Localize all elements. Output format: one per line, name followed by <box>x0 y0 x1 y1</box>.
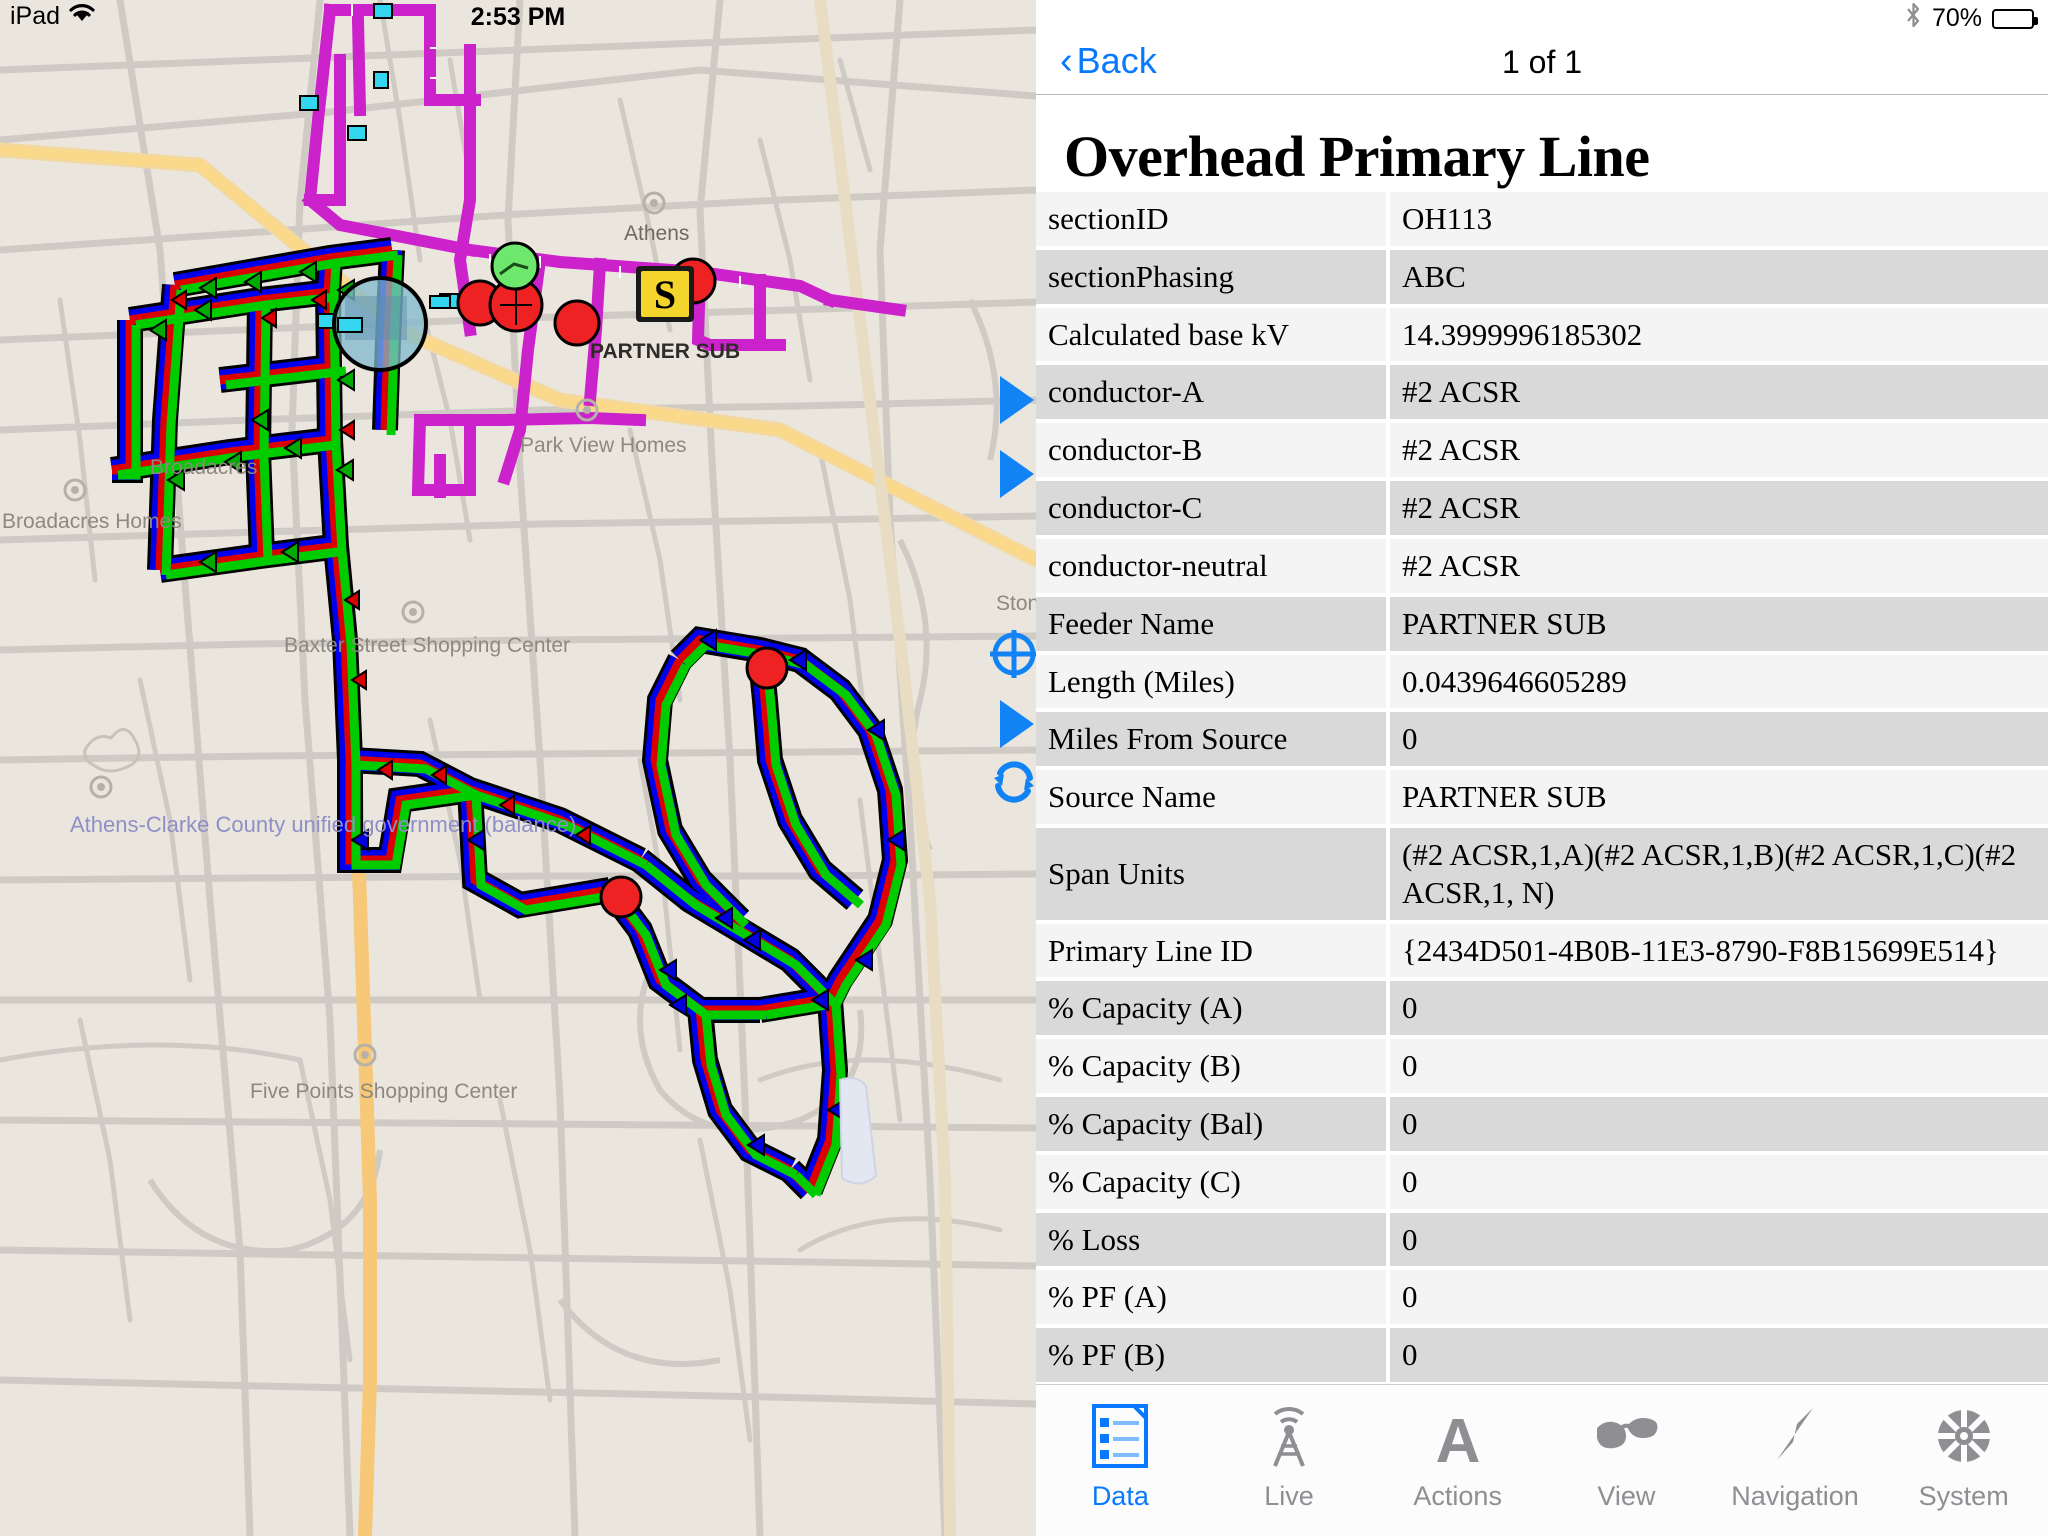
attribute-value: PARTNER SUB <box>1388 768 2048 826</box>
svg-text:S: S <box>654 272 676 317</box>
attribute-key: conductor-A <box>1036 363 1390 422</box>
attribute-key: Length (Miles) <box>1036 652 1390 711</box>
attribute-table-scroll[interactable]: sectionID OH113 sectionPhasing ABC Calculate… <box>1036 192 2048 1384</box>
table-row[interactable]: Length (Miles) 0.0439646605289 <box>1036 652 2048 711</box>
tab-navigation-label: Navigation <box>1731 1481 1859 1511</box>
svg-text:A: A <box>1435 1407 1480 1470</box>
tab-view[interactable]: View <box>1542 1397 1711 1536</box>
attribute-value: PARTNER SUB <box>1388 594 2048 653</box>
attribute-value: 0 <box>1388 1037 2048 1095</box>
attribute-key: sectionID <box>1036 192 1390 248</box>
detail-panel: ‹ Back 1 of 1 Overhead Primary Line sect… <box>1036 0 2048 1536</box>
table-row[interactable]: conductor-C #2 ACSR <box>1036 479 2048 537</box>
table-row[interactable]: Calculated base kV 14.3999996185302 <box>1036 305 2048 364</box>
letter-a-icon: A <box>1426 1397 1490 1475</box>
attribute-value: (#2 ACSR,1,A)(#2 ACSR,1,B)(#2 ACSR,1,C)(… <box>1388 825 2048 922</box>
attribute-key: Calculated base kV <box>1036 305 1390 364</box>
tab-view-label: View <box>1597 1481 1656 1511</box>
tab-system[interactable]: System <box>1879 1397 2048 1536</box>
attribute-value: #2 ACSR <box>1388 536 2048 595</box>
attribute-key: % PF (B) <box>1036 1326 1390 1384</box>
attribute-value: 14.3999996185302 <box>1388 305 2048 364</box>
table-row[interactable]: % Capacity (A) 0 <box>1036 979 2048 1038</box>
app-root: S Athens PARTNER SUB Park View Homes Broada… <box>0 0 2048 1536</box>
tab-live[interactable]: Live <box>1205 1397 1374 1536</box>
tab-data[interactable]: Data <box>1036 1397 1205 1536</box>
table-row[interactable]: conductor-B #2 ACSR <box>1036 421 2048 480</box>
data-list-icon <box>1088 1397 1152 1475</box>
add-target-icon[interactable] <box>988 628 1036 685</box>
attribute-key: conductor-neutral <box>1036 536 1390 595</box>
table-row[interactable]: sectionPhasing ABC <box>1036 247 2048 306</box>
antenna-icon <box>1257 1397 1321 1475</box>
gis-map[interactable]: S Athens PARTNER SUB Park View Homes Broada… <box>0 0 1036 1536</box>
attribute-value: #2 ACSR <box>1388 363 2048 422</box>
attribute-key: % Capacity (C) <box>1036 1152 1390 1211</box>
tab-system-label: System <box>1918 1481 2009 1511</box>
table-row[interactable]: % Capacity (C) 0 <box>1036 1152 2048 1211</box>
attribute-key: Primary Line ID <box>1036 921 1390 980</box>
attribute-key: % Loss <box>1036 1210 1390 1269</box>
attribute-value: {2434D501-4B0B-11E3-8790-F8B15699E514} <box>1388 921 2048 980</box>
attribute-value: 0 <box>1388 1326 2048 1384</box>
table-row[interactable]: conductor-neutral #2 ACSR <box>1036 536 2048 595</box>
pan-right-arrow-3[interactable] <box>1000 700 1034 748</box>
glasses-icon <box>1591 1397 1661 1475</box>
table-row[interactable]: % PF (B) 0 <box>1036 1326 2048 1384</box>
table-row[interactable]: Feeder Name PARTNER SUB <box>1036 594 2048 653</box>
attribute-key: conductor-C <box>1036 479 1390 537</box>
page-counter: 1 of 1 <box>1501 44 1583 80</box>
table-row[interactable]: Span Units (#2 ACSR,1,A)(#2 ACSR,1,B)(#2 … <box>1036 825 2048 922</box>
attribute-value: 0 <box>1388 1095 2048 1153</box>
table-row[interactable]: sectionID OH113 <box>1036 192 2048 248</box>
attribute-key: % PF (A) <box>1036 1268 1390 1327</box>
tab-bar: Data Live A Actions View Navigation Syst… <box>1036 1384 2048 1536</box>
pan-right-arrow-1[interactable] <box>1000 376 1034 424</box>
tab-navigation[interactable]: Navigation <box>1711 1397 1880 1536</box>
attribute-value: ABC <box>1388 247 2048 306</box>
table-row[interactable]: % Capacity (B) 0 <box>1036 1037 2048 1095</box>
attribute-key: Span Units <box>1036 825 1390 922</box>
table-row[interactable]: % Capacity (Bal) 0 <box>1036 1095 2048 1153</box>
attribute-key: % Capacity (Bal) <box>1036 1095 1390 1153</box>
attribute-key: sectionPhasing <box>1036 247 1390 306</box>
table-row[interactable]: Primary Line ID {2434D501-4B0B-11E3-8790-… <box>1036 921 2048 980</box>
attribute-table: sectionID OH113 sectionPhasing ABC Calculate… <box>1036 192 2048 1384</box>
tab-live-label: Live <box>1264 1481 1314 1511</box>
attribute-key: Miles From Source <box>1036 710 1390 769</box>
attribute-value: 0 <box>1388 710 2048 769</box>
refresh-icon[interactable] <box>988 756 1036 813</box>
tab-actions-label: Actions <box>1413 1481 1502 1511</box>
attribute-value: 0.0439646605289 <box>1388 652 2048 711</box>
attribute-value: 0 <box>1388 1210 2048 1269</box>
map-canvas[interactable]: S <box>0 0 1036 1536</box>
attribute-key: % Capacity (A) <box>1036 979 1390 1038</box>
attribute-value: 0 <box>1388 979 2048 1038</box>
attribute-value: #2 ACSR <box>1388 421 2048 480</box>
attribute-key: Source Name <box>1036 768 1390 826</box>
pan-right-arrow-2[interactable] <box>1000 450 1034 498</box>
arrow-nav-icon <box>1763 1397 1827 1475</box>
attribute-value: 0 <box>1388 1268 2048 1327</box>
attribute-key: % Capacity (B) <box>1036 1037 1390 1095</box>
tab-data-label: Data <box>1091 1481 1149 1511</box>
attribute-key: Feeder Name <box>1036 594 1390 653</box>
table-row[interactable]: conductor-A #2 ACSR <box>1036 363 2048 422</box>
attribute-value: OH113 <box>1388 192 2048 248</box>
attribute-value: #2 ACSR <box>1388 479 2048 537</box>
attribute-key: conductor-B <box>1036 421 1390 480</box>
table-row[interactable]: Source Name PARTNER SUB <box>1036 768 2048 826</box>
tab-actions[interactable]: A Actions <box>1373 1397 1542 1536</box>
table-row[interactable]: Miles From Source 0 <box>1036 710 2048 769</box>
table-row[interactable]: % Loss 0 <box>1036 1210 2048 1269</box>
substation-marker: S <box>636 266 694 322</box>
gear-icon <box>1930 1397 1998 1475</box>
table-row[interactable]: % PF (A) 0 <box>1036 1268 2048 1327</box>
attribute-value: 0 <box>1388 1152 2048 1211</box>
panel-nav-bar: ‹ Back 1 of 1 <box>1036 0 2048 95</box>
